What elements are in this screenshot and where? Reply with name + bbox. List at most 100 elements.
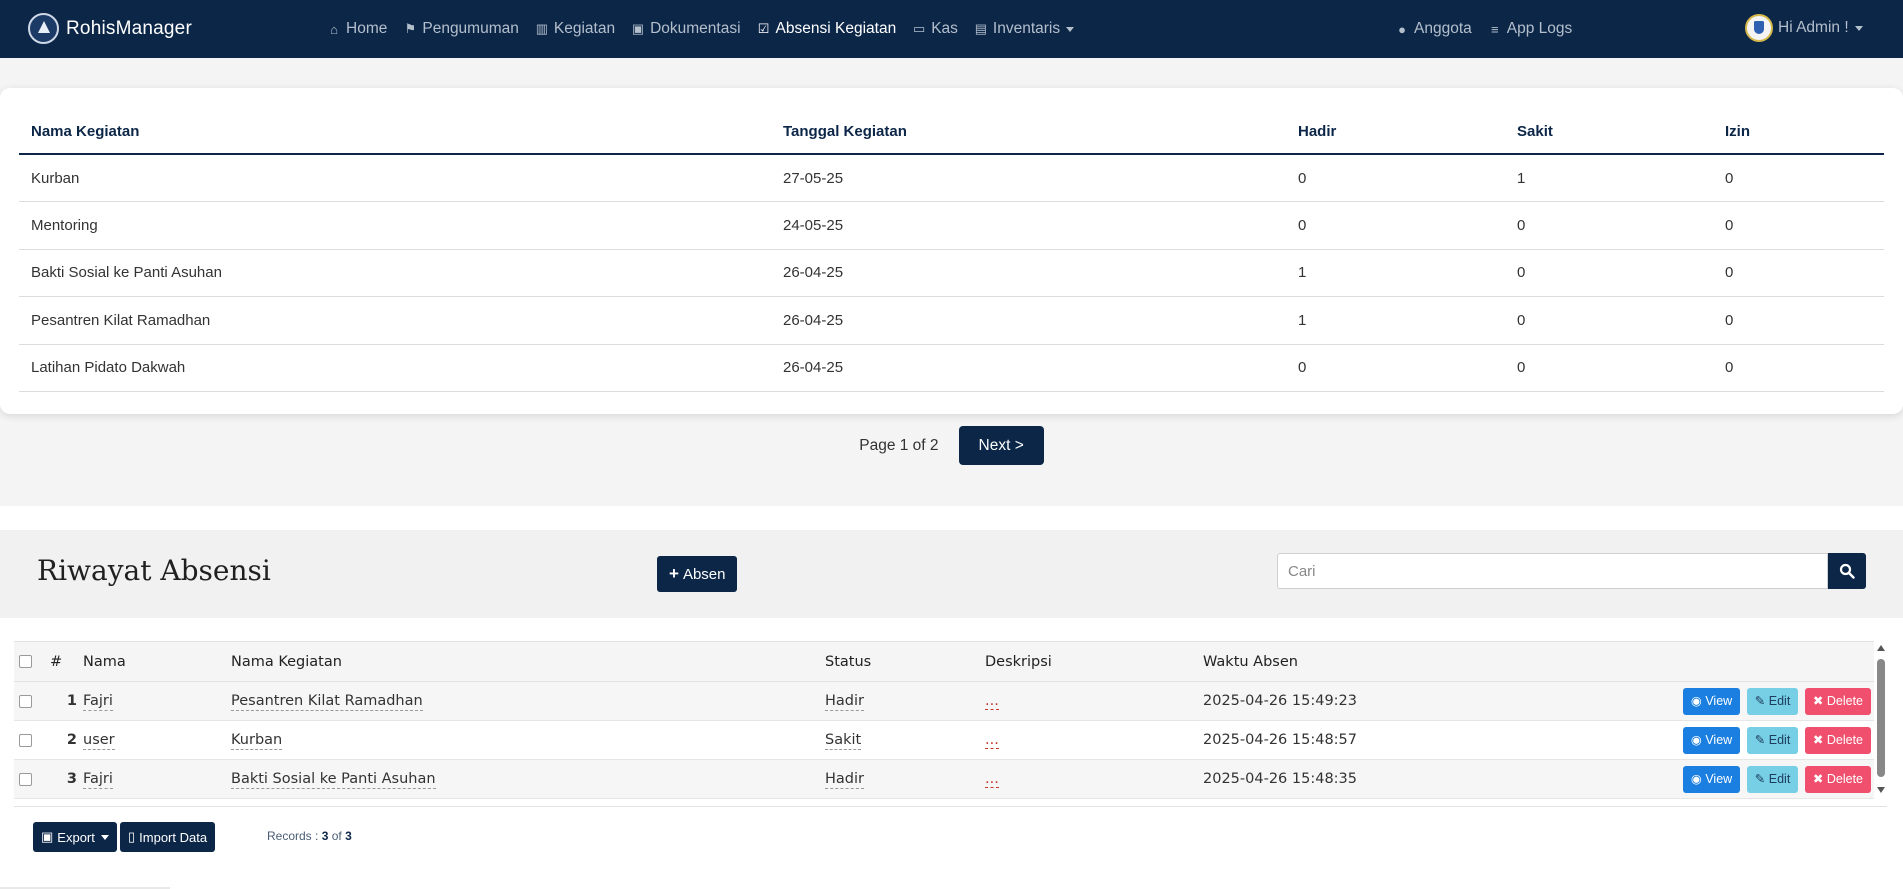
eye-icon: ◉ <box>1690 771 1706 786</box>
brand[interactable]: RohisManager <box>28 13 192 44</box>
nav-item-label: Absensi Kegiatan <box>775 20 897 37</box>
cell-waktu: 2025-04-26 15:48:57 <box>1203 720 1563 760</box>
column-header[interactable]: Nama Kegiatan <box>231 641 825 682</box>
cell-nama[interactable]: user <box>83 732 115 750</box>
eye-icon: ◉ <box>1690 693 1706 708</box>
scroll-thumb[interactable] <box>1877 659 1885 777</box>
search-button[interactable] <box>1828 553 1866 589</box>
cell-izin: 0 <box>1713 201 1884 250</box>
view-button[interactable]: ◉ View <box>1682 765 1741 793</box>
riwayat-table: # Nama Nama Kegiatan Status Deskripsi Wa… <box>14 641 1874 799</box>
avatar <box>1745 14 1773 42</box>
page-info: Page 1 of 2 <box>859 436 939 454</box>
row-checkbox[interactable] <box>19 733 32 747</box>
edit-button[interactable]: ✎ Edit <box>1746 687 1799 715</box>
column-header[interactable]: Status <box>825 641 985 682</box>
cell-nama[interactable]: Fajri <box>83 771 113 789</box>
cell-hadir: 0 <box>1286 344 1505 392</box>
row-number: 3 <box>50 759 83 799</box>
table-row: 3 Fajri Bakti Sosial ke Panti Asuhan Had… <box>14 759 1874 799</box>
column-header[interactable]: Waktu Absen <box>1203 641 1563 682</box>
cell-sakit: 0 <box>1505 296 1713 345</box>
close-icon: ✖ <box>1812 771 1827 786</box>
column-header: Nama Kegiatan <box>19 110 771 155</box>
column-header: # <box>50 641 83 682</box>
delete-button[interactable]: ✖ Delete <box>1804 687 1871 715</box>
edit-button[interactable]: ✎ Edit <box>1746 765 1799 793</box>
cell-kegiatan[interactable]: Kurban <box>231 732 283 750</box>
chevron-down-icon <box>100 834 109 840</box>
delete-button[interactable]: ✖ Delete <box>1804 765 1871 793</box>
records-count: Records : 3 of 3 <box>267 829 352 843</box>
edit-icon: ✎ <box>1754 732 1769 747</box>
delete-button[interactable]: ✖ Delete <box>1804 726 1871 754</box>
import-data-button[interactable]: ▯ Import Data <box>120 822 216 852</box>
nav-item-home[interactable]: ⌂ Home <box>327 20 387 38</box>
nav-item-label: Pengumuman <box>422 20 519 37</box>
cell-tanggal: 24-05-25 <box>771 201 1286 250</box>
cell-hadir: 1 <box>1286 249 1505 297</box>
nav-item-kas[interactable]: ▭ Kas <box>912 20 958 38</box>
nav-item-label: Home <box>346 20 388 37</box>
summary-header-row: Nama Kegiatan Tanggal Kegiatan Hadir Sak… <box>19 110 1884 155</box>
column-header[interactable]: Deskripsi <box>985 641 1203 682</box>
riwayat-header-row: # Nama Nama Kegiatan Status Deskripsi Wa… <box>14 641 1874 682</box>
view-button[interactable]: ◉ View <box>1682 726 1741 754</box>
top-navbar: RohisManager ⌂ Home ⚑ Pengumuman ▥ Kegia… <box>0 0 1903 58</box>
cell-deskripsi[interactable]: ... <box>985 771 999 788</box>
nav-item-dokumentasi[interactable]: ▣ Dokumentasi <box>631 20 741 38</box>
nav-item-label: Kas <box>931 20 958 37</box>
divider <box>14 806 1887 807</box>
cell-status[interactable]: Hadir <box>825 693 864 711</box>
nav-item-anggota[interactable]: ● Anggota <box>1395 20 1472 38</box>
cell-tanggal: 26-04-25 <box>771 249 1286 297</box>
money-icon: ▭ <box>913 21 926 36</box>
eye-icon: ◉ <box>1690 732 1706 747</box>
file-icon: ▯ <box>128 829 136 844</box>
view-button[interactable]: ◉ View <box>1682 687 1741 715</box>
cell-sakit: 0 <box>1505 201 1713 250</box>
cell-nama[interactable]: Fajri <box>83 693 113 711</box>
user-greeting: Hi Admin ! <box>1778 19 1849 36</box>
nav-item-inventaris[interactable]: ▤ Inventaris <box>974 20 1075 38</box>
add-absen-button[interactable]: + Absen <box>657 556 738 592</box>
close-icon: ✖ <box>1812 732 1827 747</box>
check-square-icon: ☑ <box>757 21 770 36</box>
row-number: 1 <box>50 681 83 721</box>
nav-item-app-logs[interactable]: ≡ App Logs <box>1488 20 1572 38</box>
next-page-button[interactable]: Next > <box>958 426 1044 465</box>
table-scrollbar[interactable] <box>1875 641 1887 799</box>
save-icon: ▣ <box>41 829 54 844</box>
nav-item-absensi-kegiatan[interactable]: ☑ Absensi Kegiatan <box>757 20 897 38</box>
column-header: Izin <box>1713 110 1884 155</box>
select-all-checkbox[interactable] <box>19 655 32 668</box>
summary-table: Nama Kegiatan Tanggal Kegiatan Hadir Sak… <box>19 110 1884 392</box>
cell-kegiatan[interactable]: Pesantren Kilat Ramadhan <box>231 693 423 711</box>
cell-deskripsi[interactable]: ... <box>985 732 999 749</box>
cell-status[interactable]: Hadir <box>825 771 864 789</box>
nav-item-label: Dokumentasi <box>650 20 741 37</box>
export-button[interactable]: ▣ Export <box>33 822 117 852</box>
cell-deskripsi[interactable]: ... <box>985 693 999 710</box>
pagination: Page 1 of 2 Next > <box>0 426 1903 465</box>
cell-status[interactable]: Sakit <box>825 732 862 750</box>
cell-kegiatan[interactable]: Bakti Sosial ke Panti Asuhan <box>231 771 436 789</box>
user-menu[interactable]: Hi Admin ! <box>1745 14 1863 42</box>
cell-nama: Kurban <box>19 154 771 202</box>
cell-nama: Bakti Sosial ke Panti Asuhan <box>19 249 771 297</box>
nav-item-kegiatan[interactable]: ▥ Kegiatan <box>535 20 615 38</box>
nav-item-pengumuman[interactable]: ⚑ Pengumuman <box>403 20 519 38</box>
cell-tanggal: 27-05-25 <box>771 154 1286 202</box>
row-checkbox[interactable] <box>19 772 32 786</box>
scroll-down-icon[interactable] <box>1877 787 1885 793</box>
cell-hadir: 1 <box>1286 296 1505 345</box>
scroll-up-icon[interactable] <box>1877 645 1885 651</box>
edit-button[interactable]: ✎ Edit <box>1746 726 1799 754</box>
column-header[interactable]: Nama <box>83 641 231 682</box>
row-checkbox[interactable] <box>19 694 32 708</box>
table-row: Kurban 27-05-25 0 1 0 <box>19 154 1884 202</box>
brand-name: RohisManager <box>66 17 192 39</box>
plus-icon: + <box>669 564 679 583</box>
cell-izin: 0 <box>1713 249 1884 297</box>
search-input[interactable] <box>1277 553 1828 589</box>
